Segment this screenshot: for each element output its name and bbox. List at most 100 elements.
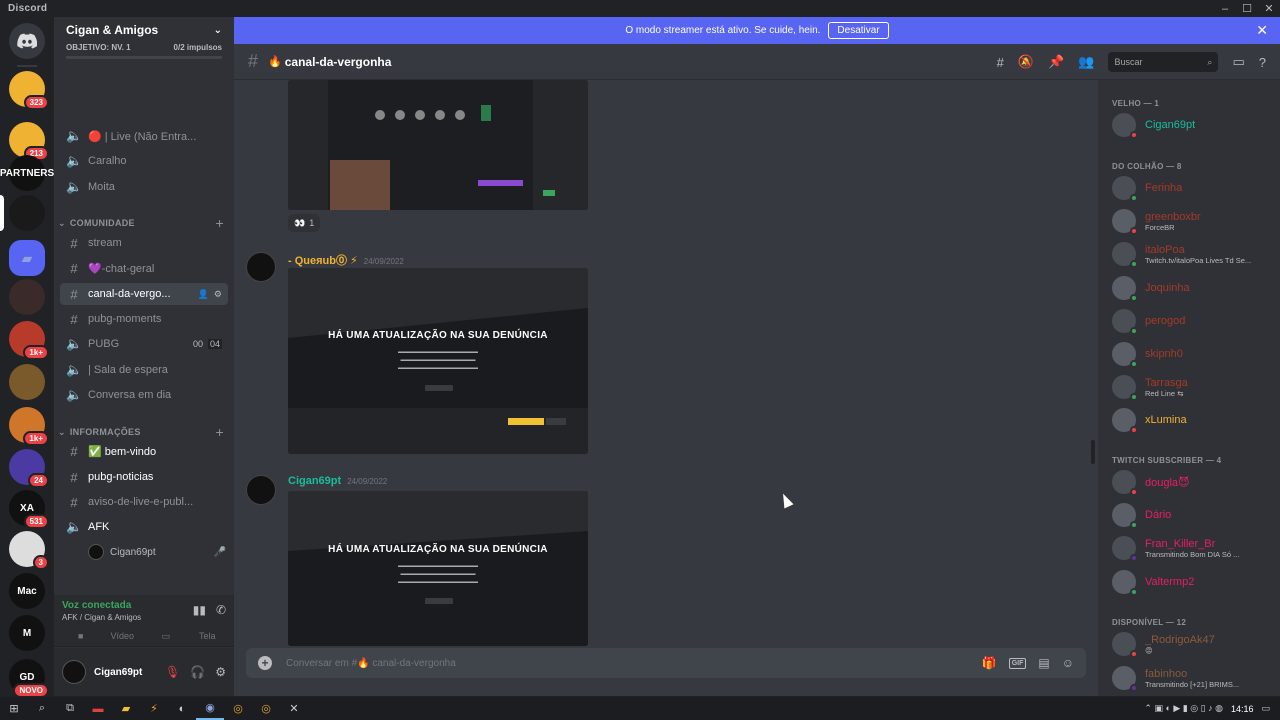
start-icon[interactable]: ⊞ <box>0 697 28 720</box>
member-item[interactable]: Fran_Killer_Br Transmitindo Bom DIA Só ..… <box>1112 536 1274 562</box>
minimize-button[interactable]: – <box>1214 0 1236 17</box>
server-icon-server-12[interactable]: 3 <box>9 531 49 570</box>
member-item[interactable]: _RodrigoAk47 😡 <box>1112 632 1274 658</box>
voice-channel-afk[interactable]: 🔈 AFK <box>60 516 228 538</box>
message-image[interactable]: HÁ UMA ATUALIZAÇÃO NA SUA DENÚNCIA ▬▬▬▬▬… <box>288 491 588 646</box>
voice-channel-pubg[interactable]: 🔈 PUBG 00 04 <box>60 333 228 355</box>
notification-icon[interactable]: ▭ <box>1261 703 1270 714</box>
member-item[interactable]: Ferinha <box>1112 176 1274 202</box>
text-channel-stream[interactable]: # stream <box>60 232 228 254</box>
gift-icon[interactable]: 🎁 <box>982 656 997 670</box>
close-icon[interactable]: ✕ <box>1256 22 1268 39</box>
voice-channel-live[interactable]: 🔈 🔴 | Live (Não Entra... <box>60 125 228 147</box>
invite-icon[interactable]: 👤 <box>198 289 209 300</box>
reaction-button[interactable]: 👀 1 <box>288 214 321 232</box>
server-icon-server-2[interactable]: 213 <box>9 122 49 161</box>
help-icon[interactable]: ? <box>1259 55 1266 70</box>
text-channel-pubg-moments[interactable]: # pubg-moments <box>60 308 228 330</box>
text-channel-pubg-noticias[interactable]: # pubg-noticias <box>60 466 228 488</box>
text-channel-aviso-de-live[interactable]: # aviso-de-live-e-publ... <box>60 491 228 513</box>
attach-plus-icon[interactable]: + <box>258 656 272 670</box>
headphones-icon[interactable]: 🎧 <box>190 665 205 679</box>
app-icon-red[interactable]: ▬ <box>84 697 112 720</box>
server-icon-server-6[interactable] <box>9 279 45 315</box>
voice-channel-sala-de-espera[interactable]: 🔈 | Sala de espera <box>60 359 228 381</box>
user-name[interactable]: Cigan69pt <box>94 667 142 678</box>
member-item[interactable]: fabinhoo Transmitindo [+21] BRIMS... <box>1112 666 1274 692</box>
server-icon-server-10[interactable]: 24 <box>9 449 49 488</box>
task-view-icon[interactable]: ⧉ <box>56 697 84 720</box>
member-item[interactable]: dougla😈 <box>1112 470 1274 496</box>
server-icon-server-7[interactable]: 1k+ <box>9 321 49 360</box>
screen-share-button[interactable]: ▭ Tela <box>147 628 226 644</box>
noise-suppression-icon[interactable]: ▮▮ <box>193 603 206 617</box>
close-window-button[interactable]: ✕ <box>1258 0 1280 17</box>
member-item[interactable]: Joquinha <box>1112 276 1274 302</box>
maximize-button[interactable]: ☐ <box>1236 0 1258 17</box>
server-icon-server-9[interactable]: 1k+ <box>9 407 49 446</box>
emoji-icon[interactable]: ☺ <box>1062 656 1074 670</box>
video-button[interactable]: ■ Vídeo <box>62 628 141 644</box>
gear-icon[interactable]: ⚙ <box>215 665 226 679</box>
file-explorer-icon[interactable]: ▰ <box>112 697 140 720</box>
boost-progress[interactable]: OBJETIVO: NV. 1 0/2 impulsos <box>66 43 222 59</box>
server-icon-server-8[interactable] <box>9 364 45 400</box>
mute-icon[interactable]: 🎙 <box>165 665 180 679</box>
voice-location[interactable]: AFK / Cigan & Amigos <box>62 613 141 622</box>
chrome-icon[interactable]: ◎ <box>224 697 252 720</box>
server-header[interactable]: Cigan & Amigos ⌄ <box>54 17 234 43</box>
server-icon-server-m[interactable]: M <box>9 615 45 651</box>
server-icon-server-mac[interactable]: Mac <box>9 573 45 609</box>
disconnect-icon[interactable]: ✆ <box>216 603 226 617</box>
voice-channel-caralho[interactable]: 🔈 Caralho <box>60 150 228 172</box>
message-image[interactable] <box>288 80 588 210</box>
voice-channel-conversa[interactable]: 🔈 Conversa em dia <box>60 384 228 406</box>
add-channel-icon[interactable]: + <box>216 424 224 440</box>
voice-connected-user[interactable]: Cigan69pt 🎤 <box>88 544 226 560</box>
discord-taskbar-icon[interactable]: ◉ <box>196 697 224 720</box>
disable-streamer-button[interactable]: Desativar <box>828 22 889 39</box>
avatar[interactable] <box>62 660 86 684</box>
member-item[interactable]: Valtermp2 <box>1112 570 1274 596</box>
sticker-icon[interactable]: ▤ <box>1038 656 1049 670</box>
voice-connected-label[interactable]: Voz conectada <box>62 600 131 611</box>
steam-icon[interactable]: ◐ <box>168 697 196 720</box>
avatar[interactable] <box>246 252 276 282</box>
app-icon-x[interactable]: ✕ <box>280 697 308 720</box>
pin-icon[interactable]: 📌 <box>1048 54 1064 70</box>
message-composer[interactable]: + Conversar em #🔥 canal-da-vergonha 🎁 GI… <box>246 648 1086 678</box>
member-list-icon[interactable]: 👥 <box>1078 54 1094 70</box>
clock[interactable]: 14:16 <box>1231 704 1254 714</box>
gif-icon[interactable]: GIF <box>1008 657 1027 669</box>
member-item[interactable]: greenboxbr ForceBR <box>1112 209 1274 235</box>
message-author[interactable]: Cigan69pt <box>288 475 341 487</box>
text-channel-canal-da-vergonha[interactable]: # canal-da-vergo... 👤 ⚙ <box>60 283 228 305</box>
member-item[interactable]: xLumina <box>1112 408 1274 434</box>
server-icon-server-partners[interactable]: PARTNERS <box>0 155 54 191</box>
message-author[interactable]: - Queяub⓪ ⚡ <box>288 252 358 268</box>
member-item[interactable]: skipnh0 <box>1112 342 1274 368</box>
add-channel-icon[interactable]: + <box>216 215 224 231</box>
member-item[interactable]: Cigan69pt <box>1112 113 1274 139</box>
member-item[interactable]: Dário <box>1112 503 1274 529</box>
notifications-icon[interactable]: 🔕 <box>1018 54 1034 70</box>
server-icon-server-xa[interactable]: XA 531 <box>9 490 49 529</box>
member-item[interactable]: Tarrasga Red Line ⇆ <box>1112 375 1274 401</box>
app-icon-bolt[interactable]: ⚡ <box>140 697 168 720</box>
server-icon-server-1[interactable]: 323 <box>9 71 49 110</box>
threads-icon[interactable]: # <box>997 55 1004 70</box>
search-icon[interactable]: ⌕ <box>28 697 56 720</box>
member-item[interactable]: italoPoa Twitch.tv/italoPoa Lives Td Se..… <box>1112 242 1274 268</box>
search-input[interactable]: Buscar ⌕ <box>1108 52 1219 72</box>
message-image[interactable]: HÁ UMA ATUALIZAÇÃO NA SUA DENÚNCIA ▬▬▬▬▬… <box>288 268 588 454</box>
tray-icons[interactable]: ⌃ ▣ ◐ ▶ ▮ ◎ ▯ ♪ ◍ <box>1144 703 1223 714</box>
chrome-icon-2[interactable]: ◎ <box>252 697 280 720</box>
server-icon-server-gd[interactable]: GD NOVO <box>9 659 49 696</box>
inbox-icon[interactable]: ▭ <box>1232 54 1244 70</box>
text-channel-bem-vindo[interactable]: # ✅ bem-vindo <box>60 440 228 462</box>
server-icon-folder[interactable]: ▰ <box>9 240 45 276</box>
category-informacoes[interactable]: ⌄ INFORMAÇÕES + <box>58 424 228 440</box>
avatar[interactable] <box>246 475 276 505</box>
home-button[interactable] <box>9 23 45 59</box>
chat-scrollbar[interactable] <box>1091 440 1095 464</box>
